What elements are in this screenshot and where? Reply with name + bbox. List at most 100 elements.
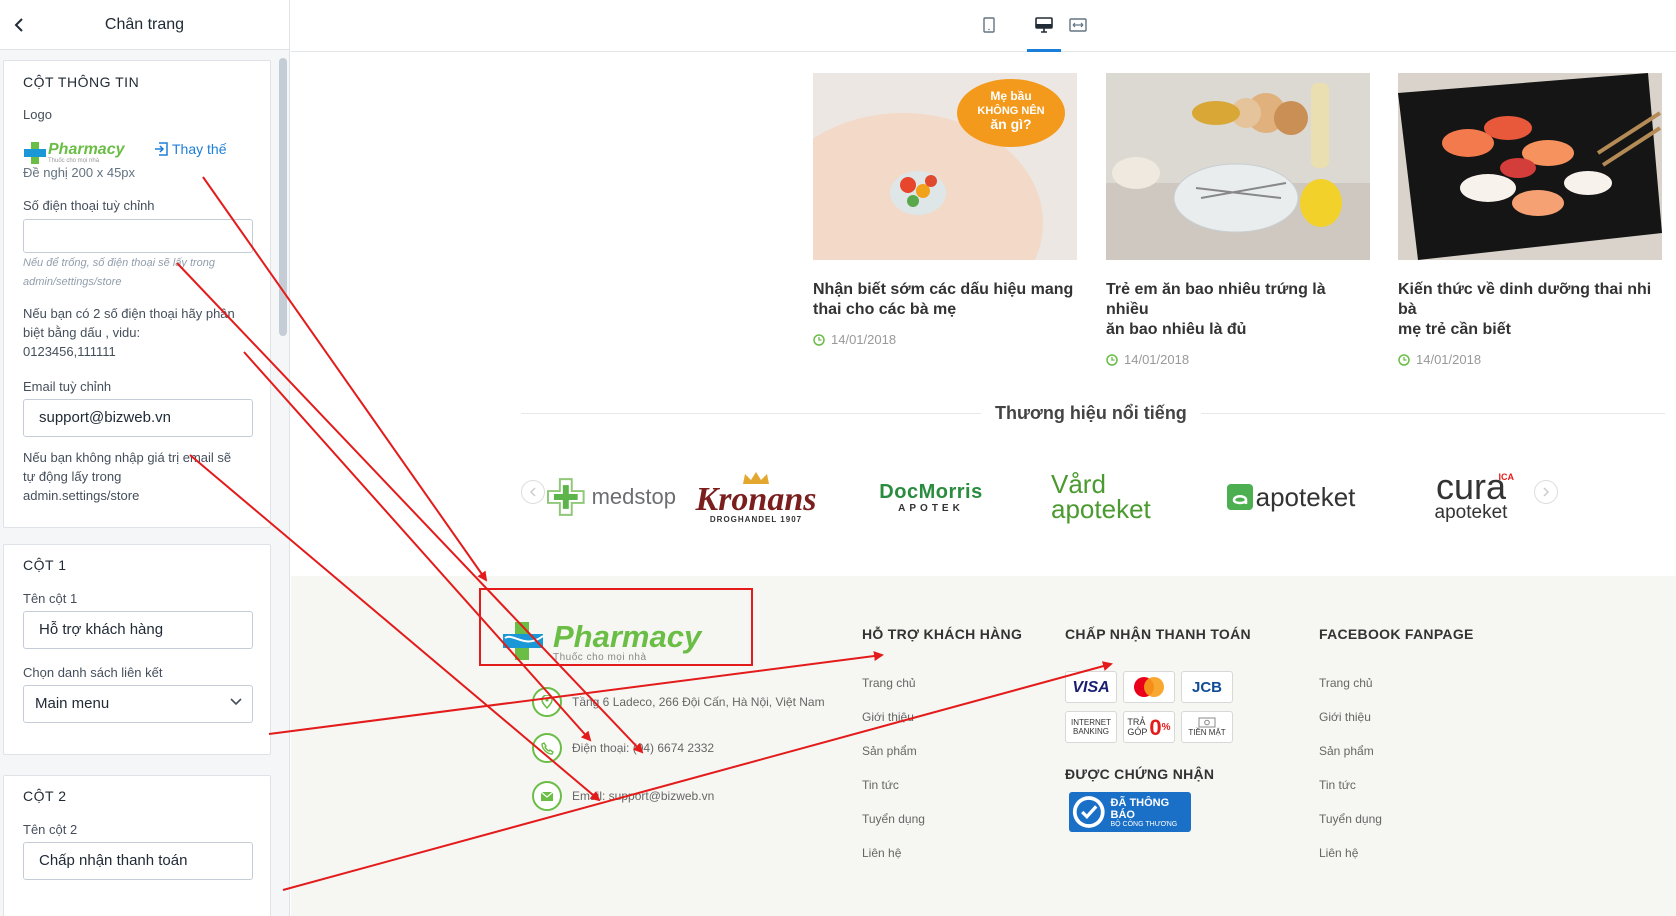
email-note-line2: tự động lấy trong — [23, 469, 122, 484]
badge-line3: ăn gì? — [990, 116, 1031, 132]
address-text: Tầng 6 Ladeco, 266 Đội Cấn, Hà Nội, Việt… — [572, 695, 825, 709]
preview-toolbar — [291, 0, 1676, 52]
medstop-cross-icon — [546, 478, 585, 516]
news-image[interactable] — [1106, 73, 1370, 260]
select-value: Main menu — [35, 695, 110, 712]
footer-link-news[interactable]: Tin tức — [1319, 778, 1356, 792]
footer-link-about[interactable]: Giới thiệu — [1319, 710, 1371, 724]
brands-prev-button[interactable] — [521, 480, 545, 504]
tragop-big: 0 — [1149, 714, 1162, 740]
footer-link-about[interactable]: Giới thiệu — [862, 710, 914, 724]
footer-link-contact[interactable]: Liên hệ — [1319, 846, 1358, 860]
badge-line1: ĐÃ THÔNG BÁO — [1110, 796, 1170, 821]
news-date-text: 14/01/2018 — [831, 332, 897, 347]
news-title[interactable]: Nhận biết sớm các dấu hiệu mang thai cho… — [813, 280, 1078, 320]
replace-logo-button[interactable]: Thay thế — [154, 141, 226, 157]
footer-col2-title: CHẤP NHẬN THANH TOÁN — [1065, 626, 1251, 642]
news-title-line2: mẹ trẻ cần biết — [1398, 321, 1511, 338]
certified-badge[interactable]: ĐÃ THÔNG BÁO BỘ CÔNG THƯƠNG — [1069, 792, 1191, 832]
chevron-down-icon — [230, 698, 242, 706]
news-card[interactable]: Mẹ bầu KHÔNG NÊN ăn gì? Nhận biết sớm cá… — [813, 73, 1078, 347]
phone-input[interactable] — [23, 219, 253, 253]
news-image[interactable]: Mẹ bầu KHÔNG NÊN ăn gì? — [813, 73, 1077, 260]
footer-link-careers[interactable]: Tuyển dụng — [1319, 812, 1382, 826]
certified-title: ĐƯỢC CHỨNG NHẬN — [1065, 766, 1215, 782]
site-preview: Mẹ bầu KHÔNG NÊN ăn gì? Nhận biết sớm cá… — [291, 52, 1676, 916]
chevron-left-icon — [529, 487, 536, 497]
editor-root: Chân trang CỘT THÔNG TIN Logo Pharmacy T… — [0, 0, 1676, 916]
phone-hint-line2: admin/settings/store — [23, 276, 122, 288]
device-fullwidth-button[interactable] — [1067, 14, 1089, 36]
phone-hint-line1: Nếu để trống, số điện thoại sẽ lấy trong — [23, 257, 216, 269]
phone-note-line2: biệt bằng dấu , vidu: — [23, 325, 141, 340]
footer-link-home[interactable]: Trang chủ — [862, 676, 916, 690]
replace-icon — [155, 142, 168, 156]
footer-address: Tầng 6 Ladeco, 266 Đội Cấn, Hà Nội, Việt… — [532, 687, 825, 717]
eggs-photo — [1106, 73, 1370, 260]
brand-tag: ICA — [1498, 472, 1515, 482]
column1-links-label: Chọn danh sách liên kết — [23, 665, 163, 680]
brand-logo-docmorris[interactable]: DocMorris APOTEK — [861, 462, 1001, 532]
clock-icon — [813, 333, 825, 346]
footer-link-home[interactable]: Trang chủ — [1319, 676, 1373, 690]
footer-link-careers[interactable]: Tuyển dụng — [862, 812, 925, 826]
scrollbar-thumb[interactable] — [279, 58, 287, 336]
footer-link-products[interactable]: Sản phẩm — [1319, 744, 1374, 758]
news-date: 14/01/2018 — [1398, 352, 1663, 367]
device-mobile-button[interactable] — [978, 14, 1000, 36]
settings-panel: Chân trang CỘT THÔNG TIN Logo Pharmacy T… — [0, 0, 290, 916]
news-title[interactable]: Trẻ em ăn bao nhiêu trứng là nhiều ăn ba… — [1106, 280, 1371, 340]
email-input[interactable]: support@bizweb.vn — [23, 399, 253, 437]
news-date-text: 14/01/2018 — [1416, 352, 1482, 367]
footer-logo-text: Pharmacy — [553, 618, 702, 654]
footer-link-products[interactable]: Sản phẩm — [862, 744, 917, 758]
brand-logo-kronans[interactable]: Kronans DROGHANDEL 1907 — [691, 462, 821, 532]
phone-note-line3: 0123456,111111 — [23, 344, 116, 359]
brand-name: Kronans — [695, 480, 817, 518]
footer-link-news[interactable]: Tin tức — [862, 778, 899, 792]
news-title-line2: thai cho các bà mẹ — [813, 301, 957, 318]
internet-line1: INTERNET — [1071, 718, 1111, 727]
brands-next-button[interactable] — [1534, 480, 1558, 504]
badge-line1: Mẹ bầu — [990, 89, 1031, 103]
column1-name-label: Tên cột 1 — [23, 591, 78, 606]
site-footer: Pharmacy Thuốc cho mọi nhà Tầng 6 Ladeco… — [291, 576, 1676, 916]
sushi-photo — [1398, 73, 1662, 260]
cash-icon — [1198, 717, 1216, 728]
phone-icon — [532, 733, 562, 763]
internet-line2: BANKING — [1072, 727, 1109, 736]
news-card[interactable]: Trẻ em ăn bao nhiêu trứng là nhiều ăn ba… — [1106, 73, 1371, 367]
phone-note-line1: Nếu bạn có 2 số điện thoại hãy phân — [23, 306, 235, 321]
panel-title: Chân trang — [104, 15, 185, 33]
news-card[interactable]: Kiến thức về dinh dưỡng thai nhi bà mẹ t… — [1398, 73, 1663, 367]
logo-text: Pharmacy — [48, 140, 125, 158]
back-button[interactable] — [6, 12, 32, 38]
column2-name-label: Tên cột 2 — [23, 822, 78, 837]
email-note-line1: Nếu bạn không nhập giá trị email sẽ — [23, 450, 232, 465]
news-title-line2: ăn bao nhiêu là đủ — [1106, 321, 1247, 338]
brand-logo-ica-cura[interactable]: ICA cura apoteket — [1416, 462, 1526, 532]
footer-col1-title: HỖ TRỢ KHÁCH HÀNG — [862, 626, 1023, 642]
payment-installment: TRẢ GÓP 0 % — [1123, 711, 1175, 743]
device-desktop-button[interactable] — [1033, 14, 1055, 36]
column1-links-select[interactable]: Main menu — [23, 685, 253, 723]
email-label: Email tuỳ chỉnh — [23, 379, 112, 394]
payment-internet-banking: INTERNET BANKING — [1065, 711, 1117, 743]
chevron-left-icon — [14, 18, 23, 32]
email-note-line3: admin.settings/store — [23, 488, 140, 503]
news-image[interactable] — [1398, 73, 1662, 260]
brand-logo-vard-apoteket[interactable]: Vård apoteket — [1051, 462, 1181, 532]
news-title[interactable]: Kiến thức về dinh dưỡng thai nhi bà mẹ t… — [1398, 280, 1663, 340]
footer-link-contact[interactable]: Liên hệ — [862, 846, 901, 860]
brand-name: apoteket — [1255, 481, 1356, 512]
desktop-icon — [1035, 17, 1053, 33]
brand-logo-apoteket[interactable]: apoteket — [1221, 462, 1361, 532]
news-title-line1: Trẻ em ăn bao nhiêu trứng là nhiều — [1106, 281, 1326, 318]
column2-name-input[interactable]: Chấp nhận thanh toán — [23, 842, 253, 880]
brand-logo-medstop[interactable]: medstop — [546, 462, 676, 532]
logo-preview: Pharmacy Thuốc cho mọi nhà — [24, 139, 139, 167]
brand-name: medstop — [591, 484, 676, 509]
panel-scrollbar[interactable] — [277, 50, 289, 916]
footer-logo[interactable]: Pharmacy Thuốc cho mọi nhà — [501, 620, 701, 664]
column1-name-input[interactable]: Hỗ trợ khách hàng — [23, 611, 253, 649]
